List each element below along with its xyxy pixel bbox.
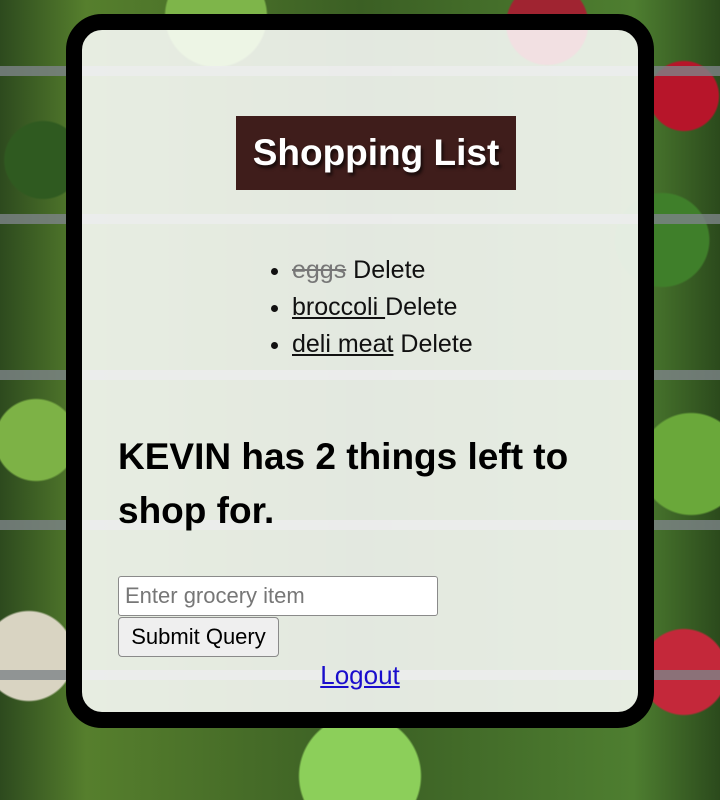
logout-link[interactable]: Logout [82, 658, 638, 692]
list-item: eggs Delete [292, 252, 473, 289]
submit-button[interactable]: Submit Query [118, 617, 279, 657]
list-item: deli meat Delete [292, 326, 473, 363]
delete-button[interactable]: Delete [400, 330, 472, 358]
item-name[interactable]: deli meat [292, 330, 393, 358]
grocery-item-input[interactable] [118, 576, 438, 616]
item-name[interactable]: broccoli [292, 293, 385, 321]
list-item: broccoli Delete [292, 289, 473, 326]
page-title: Shopping List [236, 116, 516, 190]
delete-button[interactable]: Delete [353, 256, 425, 284]
shopping-list: eggs Delete broccoli Delete deli meat De… [262, 252, 473, 363]
item-name[interactable]: eggs [292, 256, 346, 284]
items-left-summary: KEVIN has 2 things left to shop for. [118, 436, 569, 531]
shopping-list-card: Shopping List eggs Delete broccoli Delet… [66, 14, 654, 728]
delete-button[interactable]: Delete [385, 293, 457, 321]
